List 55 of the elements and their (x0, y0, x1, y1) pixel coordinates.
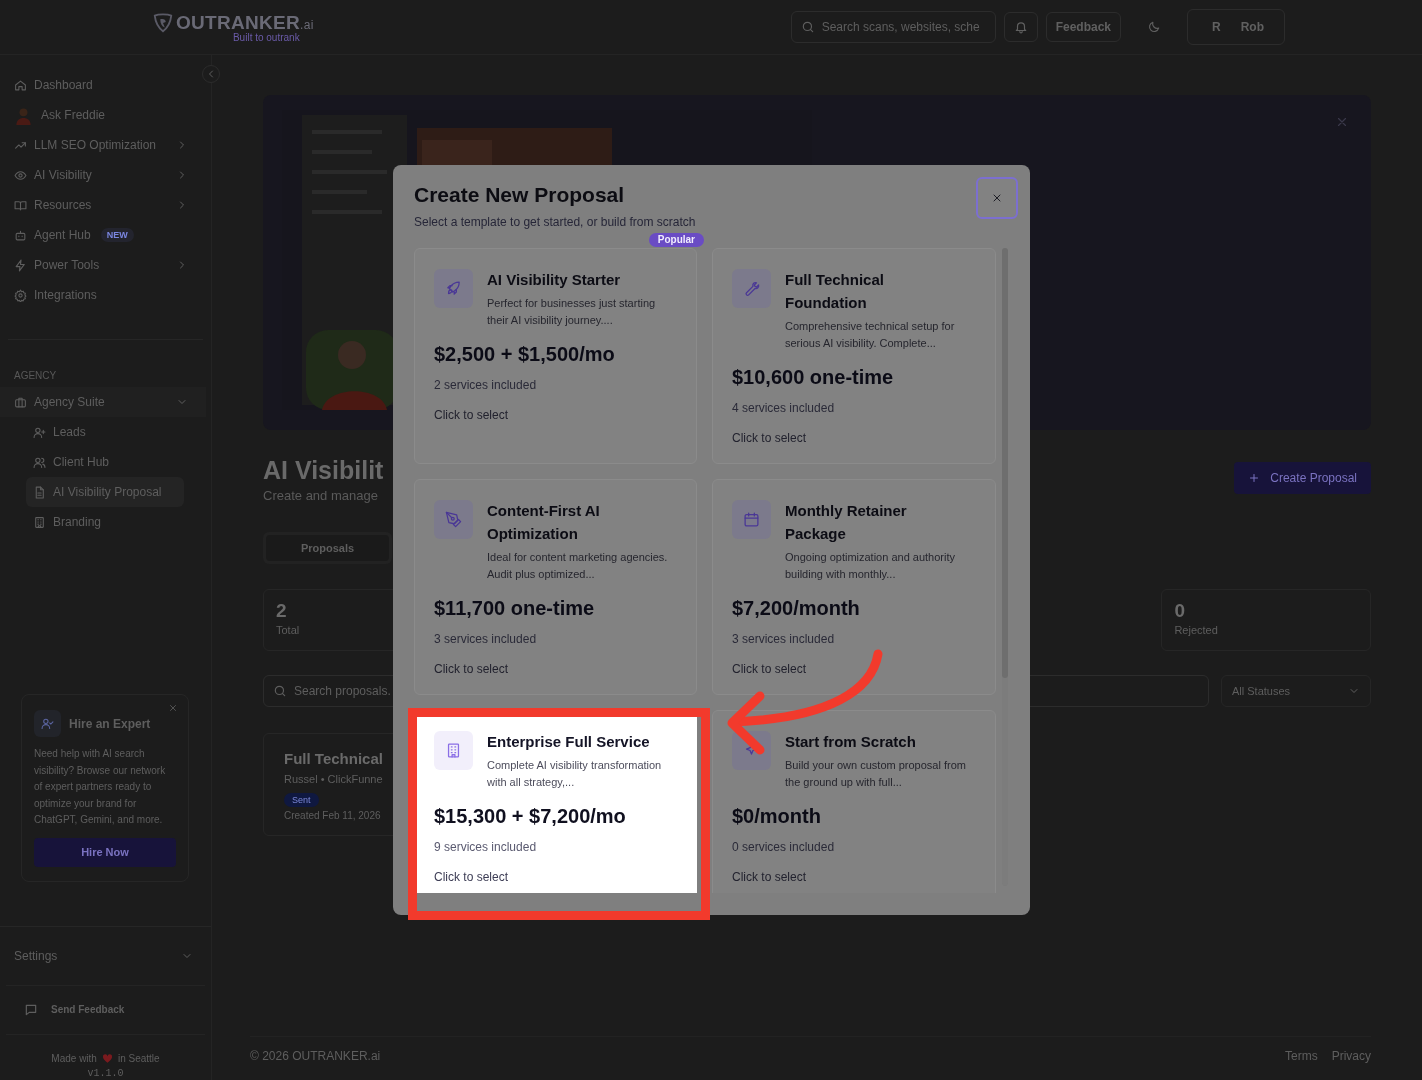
stat-label: Rejected (1174, 624, 1218, 636)
user-initial: R (1212, 20, 1221, 34)
stat-value: 2 (276, 600, 287, 622)
copyright-text: © 2026 OUTRANKER.ai (250, 1048, 381, 1063)
credit-text: in Seattle (117, 1052, 160, 1064)
version-label: v1.1.0 (86, 1067, 125, 1079)
modal-title: Create New Proposal (414, 183, 626, 207)
promo-text: Need help with AI search visibility? Browse our network of expert partners ready to optimize your brand for ChatGPT, Gemini, and more. (34, 747, 167, 827)
template-title: AI Visibility Starter (487, 270, 622, 290)
template-description: Comprehensive technical setup for serious AI visibility. Complete... (785, 319, 956, 351)
proposal-title: Full Technical (284, 750, 383, 767)
new-badge: NEW (100, 228, 134, 242)
status-badge: Sent (284, 793, 319, 807)
template-title: Content-First AI Optimization (487, 501, 601, 544)
section-heading: AGENCY (13, 370, 58, 381)
template-description: Perfect for businesses just starting their AI visibility journey.... (487, 296, 657, 328)
click-to-select-text: Click to select (732, 870, 808, 884)
template-title: Monthly Retainer Package (785, 501, 908, 544)
template-title: Start from Scratch (785, 732, 917, 752)
proposal-client: Russel • ClickFunne (284, 773, 383, 785)
template-description: Ideal for content marketing agencies. Audit plus optimized... (487, 550, 669, 582)
stat-value: 0 (1174, 600, 1185, 622)
click-to-select-text: Click to select (732, 431, 808, 445)
services-count: 3 services included (434, 632, 538, 646)
services-count: 3 services included (732, 632, 836, 646)
credit-text: Made with (51, 1052, 97, 1064)
template-price: $7,200/month (732, 597, 861, 620)
page-subtitle: Create and manage (263, 488, 378, 503)
page-title: AI Visibilit (263, 455, 384, 485)
services-count: 9 services included (434, 840, 538, 854)
click-to-select-text: Click to select (434, 870, 510, 884)
template-description: Complete AI visibility transformation with all strategy,... (487, 758, 663, 790)
template-price: $10,600 one-time (732, 366, 895, 389)
stat-label: Total (276, 624, 300, 636)
promo-title: Hire an Expert (69, 716, 151, 731)
user-name: Rob (1240, 20, 1264, 34)
template-price: $0/month (732, 805, 822, 828)
logo-wordmark: OUTRANKER.ai (176, 11, 314, 33)
modal-subtitle: Select a template to get started, or build from scratch (414, 215, 696, 229)
click-to-select-text: Click to select (434, 408, 510, 422)
services-count: 4 services included (732, 401, 836, 415)
popular-badge: Popular (648, 233, 704, 247)
template-title: Enterprise Full Service (487, 732, 651, 752)
template-description: Ongoing optimization and authority building with monthly... (785, 550, 956, 582)
template-title: Full Technical Foundation (785, 270, 885, 313)
services-count: 0 services included (732, 840, 836, 854)
created-date: Created Feb 11, 2026 (284, 810, 381, 821)
template-price: $11,700 one-time (434, 597, 596, 620)
template-price: $2,500 + $1,500/mo (434, 343, 616, 366)
logo-tagline: Built to outrank (232, 31, 300, 43)
click-to-select-text: Click to select (732, 662, 808, 676)
click-to-select-text: Click to select (434, 662, 510, 676)
template-price: $15,300 + $7,200/mo (434, 805, 627, 828)
template-description: Build your own custom proposal from the ground up with full... (785, 758, 967, 790)
services-count: 2 services included (434, 378, 538, 392)
